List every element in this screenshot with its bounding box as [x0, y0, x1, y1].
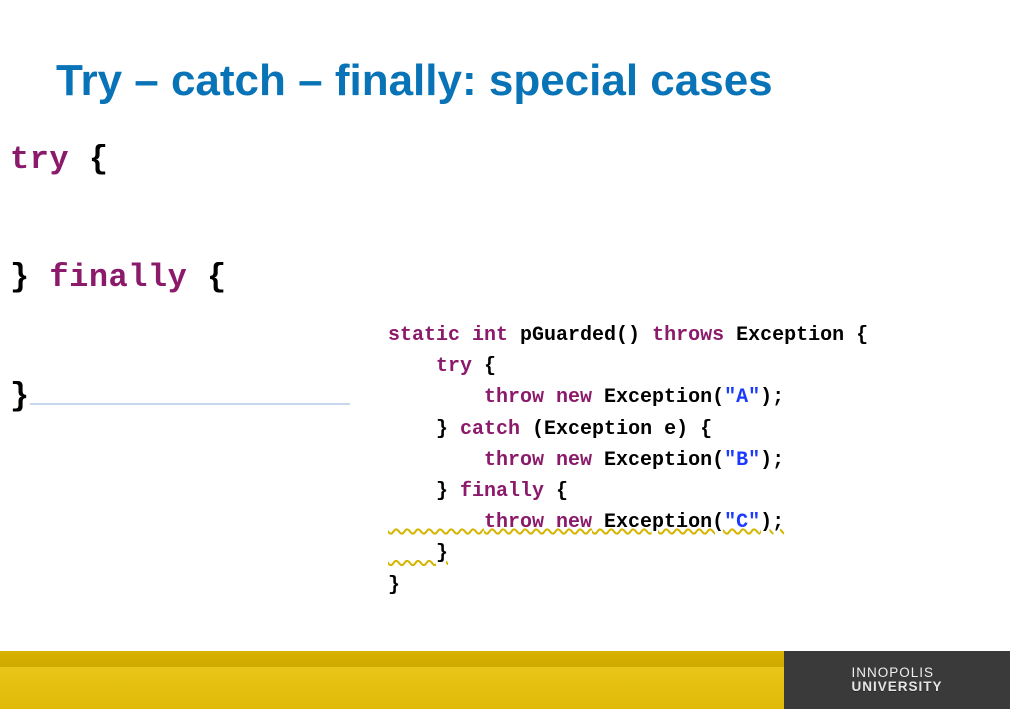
code-block-right: static int pGuarded() throws Exception {… — [388, 320, 868, 601]
string-literal-a: "A" — [724, 386, 760, 409]
ctor-call: Exception( — [592, 511, 724, 534]
brace-close: } — [436, 480, 460, 503]
keyword-finally: finally — [49, 259, 187, 296]
keyword-throw-new: throw new — [484, 386, 592, 409]
stmt-end: ); — [760, 386, 784, 409]
brace-close: } — [10, 378, 30, 415]
string-literal-b: "B" — [724, 449, 760, 472]
ctor-call: Exception( — [592, 449, 724, 472]
indent — [388, 355, 436, 378]
brace-open: { — [544, 480, 568, 503]
stmt-end: ); — [760, 511, 784, 534]
code-block-left: try { } finally { } — [10, 130, 350, 426]
brace-open: { — [472, 355, 496, 378]
footer-bar: INNOPOLIS UNIVERSITY — [0, 651, 1010, 709]
indent — [388, 418, 436, 441]
keyword-throw-new: throw new — [484, 449, 592, 472]
brace-close-inner: } — [436, 542, 448, 565]
brace-close-outer: } — [388, 574, 400, 597]
keyword-try: try — [436, 355, 472, 378]
keyword-throw-new: throw new — [484, 511, 592, 534]
keyword-static-int: static int — [388, 324, 508, 347]
footer-gold-main — [0, 667, 798, 709]
brace-close: } — [10, 259, 49, 296]
indent — [388, 449, 484, 472]
stmt-end: ); — [760, 449, 784, 472]
method-name: pGuarded() — [508, 324, 652, 347]
footer-logo-panel: INNOPOLIS UNIVERSITY — [784, 651, 1010, 709]
logo-line-2: UNIVERSITY — [851, 680, 942, 694]
keyword-throws: throws — [652, 324, 724, 347]
signature-tail: Exception { — [724, 324, 868, 347]
catch-params: (Exception e) { — [520, 418, 712, 441]
ctor-call: Exception( — [592, 386, 724, 409]
keyword-catch: catch — [460, 418, 520, 441]
keyword-try: try — [10, 141, 69, 178]
footer-gold-strip — [0, 651, 798, 667]
string-literal-c: "C" — [724, 511, 760, 534]
faint-underline — [30, 403, 350, 405]
indent — [388, 480, 436, 503]
logo-line-1: INNOPOLIS — [851, 666, 934, 680]
indent — [388, 542, 436, 565]
indent — [388, 386, 484, 409]
brace-open: { — [187, 259, 226, 296]
innopolis-logo: INNOPOLIS UNIVERSITY — [851, 666, 942, 694]
slide-title: Try – catch – finally: special cases — [56, 56, 773, 106]
keyword-finally: finally — [460, 480, 544, 503]
indent — [388, 511, 484, 534]
brace-close: } — [436, 418, 460, 441]
brace-open: { — [69, 141, 108, 178]
